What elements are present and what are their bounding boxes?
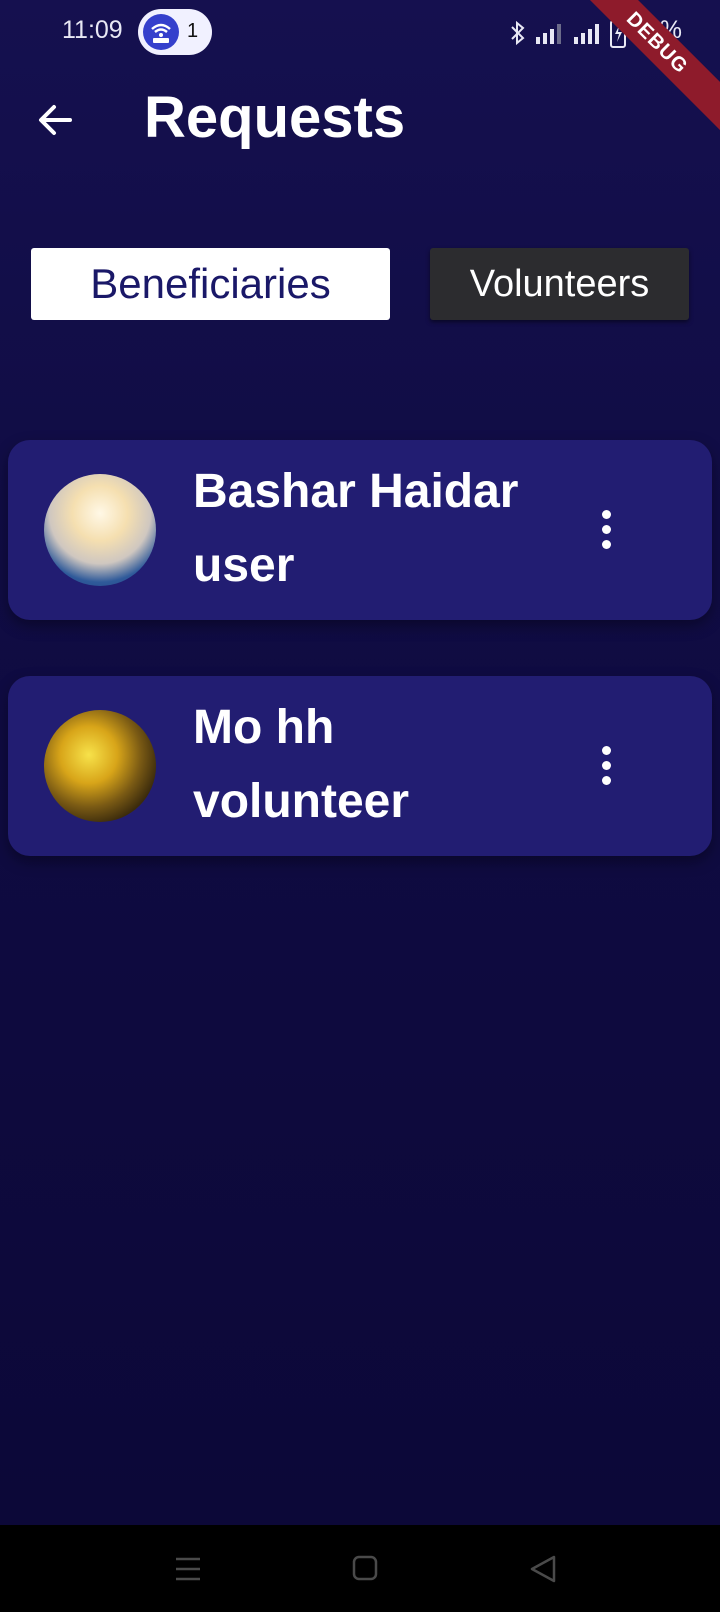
back-triangle-icon (530, 1555, 556, 1583)
arrow-left-icon (39, 105, 72, 135)
hotspot-indicator: 1 (138, 9, 212, 55)
status-time: 11:09 (62, 16, 123, 44)
signal-icon-sim2 (574, 24, 599, 44)
request-name: Mo hh (193, 701, 335, 754)
more-options-button[interactable] (600, 510, 612, 550)
menu-icon (176, 1557, 200, 1581)
request-role: user (193, 539, 295, 592)
more-vert-icon (600, 510, 612, 549)
signal-icon-sim1 (536, 24, 561, 44)
recent-apps-button[interactable] (168, 1551, 208, 1587)
hotspot-icon (143, 14, 179, 50)
page-title: Requests (144, 85, 406, 150)
avatar (44, 474, 156, 586)
back-nav-button[interactable] (524, 1551, 564, 1587)
more-options-button[interactable] (600, 746, 612, 786)
request-card[interactable]: Bashar Haidar user (8, 440, 712, 620)
request-card[interactable]: Mo hh volunteer (8, 676, 712, 856)
home-icon (352, 1555, 378, 1581)
more-vert-icon (600, 746, 612, 785)
bluetooth-icon (511, 20, 525, 46)
tab-volunteers[interactable]: Volunteers (430, 248, 689, 320)
request-name: Bashar Haidar (193, 465, 519, 518)
request-role: volunteer (193, 775, 410, 828)
avatar (44, 710, 156, 822)
back-button[interactable] (34, 98, 78, 142)
hotspot-count: 1 (187, 20, 199, 42)
system-nav-bar (0, 1525, 720, 1612)
tab-beneficiaries[interactable]: Beneficiaries (31, 248, 390, 320)
home-button[interactable] (346, 1551, 386, 1587)
